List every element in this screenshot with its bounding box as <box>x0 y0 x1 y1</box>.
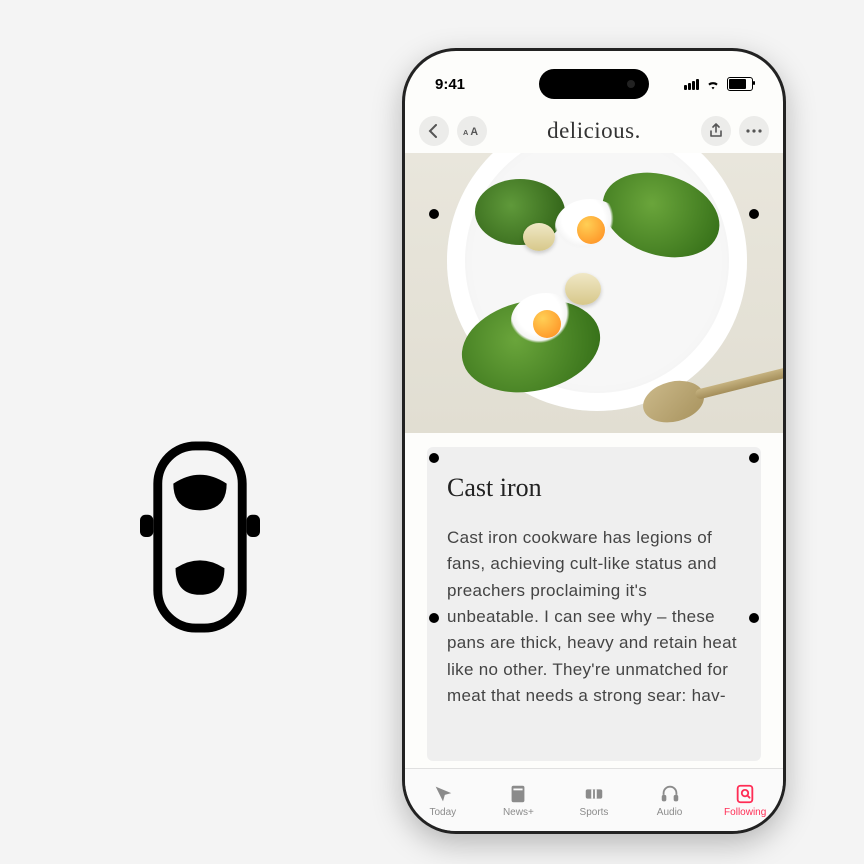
article-hero-image <box>405 153 783 433</box>
iphone-frame: 9:41 AA delicious. <box>402 48 786 834</box>
article-heading: Cast iron <box>447 473 741 503</box>
tab-label: Today <box>429 807 456 818</box>
car-top-icon <box>125 437 275 637</box>
tab-bar: Today News+ Sports Audio Following <box>405 768 783 831</box>
battery-icon <box>727 77 753 91</box>
tab-label: News+ <box>503 807 534 818</box>
svg-text:A: A <box>463 128 469 137</box>
back-button[interactable] <box>419 116 449 146</box>
dynamic-island <box>539 69 649 99</box>
article-paragraph: Cast iron cookware has legions of fans, … <box>447 525 741 709</box>
nav-bar: AA delicious. <box>405 109 783 153</box>
share-button[interactable] <box>701 116 731 146</box>
status-right <box>684 77 753 91</box>
tab-label: Sports <box>580 807 609 818</box>
tab-following[interactable]: Following <box>707 769 783 831</box>
cellular-icon <box>684 79 699 90</box>
tab-today[interactable]: Today <box>405 769 481 831</box>
status-time: 9:41 <box>435 76 465 93</box>
tab-sports[interactable]: Sports <box>556 769 632 831</box>
tab-label: Audio <box>657 807 683 818</box>
wifi-icon <box>705 78 721 90</box>
more-button[interactable] <box>739 116 769 146</box>
tab-audio[interactable]: Audio <box>632 769 708 831</box>
article-body[interactable]: Cast iron Cast iron cookware has legions… <box>427 447 761 761</box>
text-size-button[interactable]: AA <box>457 116 487 146</box>
publication-title: delicious. <box>547 118 641 144</box>
tab-label: Following <box>724 807 766 818</box>
svg-text:A: A <box>470 126 478 138</box>
tab-newsplus[interactable]: News+ <box>481 769 557 831</box>
